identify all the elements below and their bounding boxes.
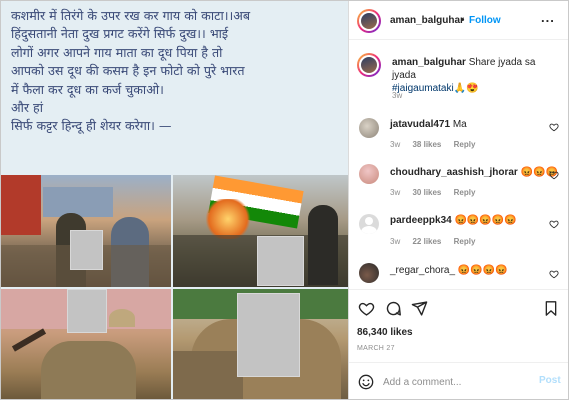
instagram-post-window: कशमीर में तिरंगे के उपर रख कर गाय को काट… <box>0 0 569 400</box>
comment-bubble-icon[interactable] <box>385 300 402 317</box>
caption-avatar[interactable] <box>357 53 381 77</box>
collage-photo-street-protest <box>1 175 171 287</box>
comment-meta: 3w 38 likes Reply <box>390 140 485 149</box>
follow-button[interactable]: Follow <box>469 15 501 26</box>
header-separator: • <box>461 15 465 26</box>
comment-time: 3w <box>390 188 401 197</box>
more-options-icon[interactable]: ... <box>541 10 555 25</box>
comment: pardeeppk34 😡😡😡😡😡 <box>390 215 517 226</box>
commenter-avatar[interactable] <box>359 263 379 283</box>
comment-text: Ma <box>452 119 467 130</box>
post-media[interactable]: कशमीर में तिरंगे के उपर रख कर गाय को काट… <box>1 1 348 399</box>
blurred-face <box>237 293 300 377</box>
post-sidebar: aman_balguhar • Follow ... aman_balguhar… <box>348 1 568 399</box>
comment: jatavudal471 Ma <box>390 119 467 130</box>
add-comment-input[interactable] <box>383 375 523 389</box>
comment-likes[interactable]: 22 likes <box>412 237 441 246</box>
share-send-icon[interactable] <box>411 300 428 317</box>
author-username[interactable]: aman_balguhar <box>390 15 464 26</box>
post-header: aman_balguhar • Follow ... <box>349 1 568 40</box>
post-text-line: सिर्फ कट्टर हिन्दू ही शेयर करेगा। — <box>11 118 172 134</box>
post-text-line: कशमीर में तिरंगे के उपर रख कर गाय को काट… <box>11 8 251 23</box>
comment-likes[interactable]: 38 likes <box>412 140 441 149</box>
photo-collage <box>1 175 348 399</box>
caption-time: 3w <box>392 91 403 100</box>
post-text-line: लोगों अगर आपने गाय माता का दूध पिया है त… <box>11 44 223 60</box>
comment-likes[interactable]: 30 likes <box>412 188 441 197</box>
collage-photo-flag-burning <box>173 175 348 287</box>
comment-username[interactable]: _regar_chora_ <box>390 265 455 276</box>
reply-button[interactable]: Reply <box>454 237 476 246</box>
post-text-line: आपको उस दूध की कसम है इन फोटो को पुरे भा… <box>11 63 245 79</box>
reply-button[interactable]: Reply <box>454 140 476 149</box>
add-comment-row: Post <box>349 362 568 399</box>
comment: choudhary_aashish_jhorar 😡😡😡 <box>390 167 558 178</box>
comment-like-heart-icon[interactable] <box>549 122 559 132</box>
commenter-avatar[interactable] <box>359 164 379 184</box>
comment-username[interactable]: choudhary_aashish_jhorar <box>390 167 518 178</box>
caption: aman_balguhar Share jyada sa jyada #jaig… <box>392 56 562 95</box>
caption-username[interactable]: aman_balguhar <box>392 57 466 68</box>
post-comment-button[interactable]: Post <box>539 375 561 386</box>
like-heart-icon[interactable] <box>358 300 375 317</box>
comment-meta: 3w 30 likes Reply <box>390 188 485 197</box>
default-avatar-icon[interactable] <box>359 214 379 234</box>
comment-like-heart-icon[interactable] <box>549 170 559 180</box>
save-bookmark-icon[interactable] <box>543 300 559 317</box>
blurred-face <box>70 230 103 270</box>
comment-text: 😡😡😡😡 <box>457 265 508 276</box>
collage-photo-police-officer <box>1 289 171 399</box>
commenter-avatar[interactable] <box>359 118 379 138</box>
comment-like-heart-icon[interactable] <box>549 269 559 279</box>
post-text-line: और हां <box>11 100 43 116</box>
post-image-text: कशमीर में तिरंगे के उपर रख कर गाय को काट… <box>11 7 341 136</box>
blurred-face <box>257 236 304 286</box>
comment-meta: 3w 22 likes Reply <box>390 237 485 246</box>
blurred-face <box>67 289 107 333</box>
comment-username[interactable]: pardeeppk34 <box>390 215 452 226</box>
comment-text: 😡😡😡😡😡 <box>454 215 517 226</box>
caption-emoji: 🙏😍 <box>453 83 479 94</box>
comment: _regar_chora_ 😡😡😡😡 <box>390 265 508 276</box>
post-date: MARCH 27 <box>357 345 395 352</box>
reply-button[interactable]: Reply <box>454 188 476 197</box>
collage-photo-officer-closeup <box>173 289 348 399</box>
emoji-smiley-icon[interactable] <box>358 374 374 390</box>
comment-time: 3w <box>390 140 401 149</box>
comment-username[interactable]: jatavudal471 <box>390 119 450 130</box>
like-count[interactable]: 86,340 likes <box>357 327 413 338</box>
post-text-line: हिंदुसतानी नेता दुख प्रगट करेंगे सिर्फ द… <box>11 26 229 42</box>
post-text-line: में फैला कर दूध का कर्ज चुकाओ। <box>11 81 164 97</box>
comment-time: 3w <box>390 237 401 246</box>
comment-like-heart-icon[interactable] <box>549 219 559 229</box>
post-actions: 86,340 likes MARCH 27 Post <box>349 289 568 399</box>
author-avatar[interactable] <box>357 9 381 33</box>
